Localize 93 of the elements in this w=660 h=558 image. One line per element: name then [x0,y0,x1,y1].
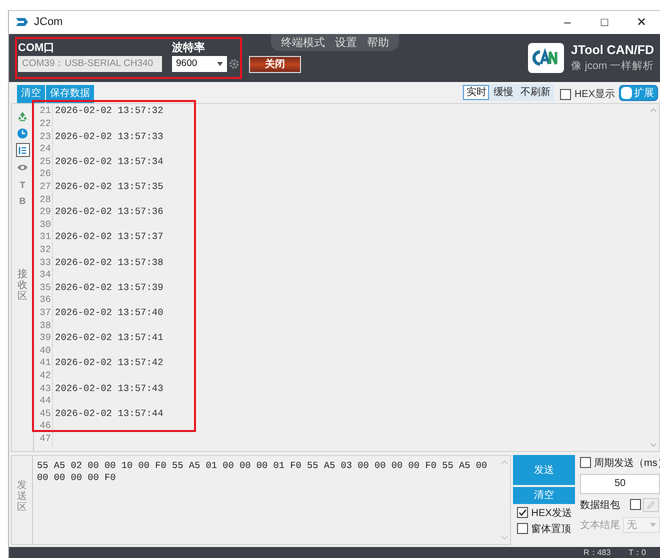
clear-button[interactable]: 清空 [513,486,575,504]
recycle-icon [17,110,28,122]
received-count: R：483 [584,547,611,558]
checkbox-label: 窗体置顶 [531,522,572,536]
line-number: 43 [34,382,53,396]
receive-area-label: 接收区 [18,269,28,302]
menu-item[interactable]: 帮助 [367,34,389,50]
refresh-mode-option[interactable]: 缓慢 [490,85,516,100]
log-line: 2026-02-02 13:57:33 [55,130,164,144]
line-number: 29 [34,206,53,219]
pencil-icon [647,500,655,509]
checkbox[interactable] [560,88,572,100]
line-number: 35 [34,282,53,294]
product-tagline: 像 jcom 一样解析 [570,58,654,73]
menu-item[interactable]: 设置 [335,34,357,50]
can-logo-icon [528,42,564,73]
log-line: 2026-02-02 13:57:34 [55,156,164,168]
line-number: 37 [34,306,53,320]
line-number: 30 [34,218,53,232]
log-line: 2026-02-02 13:57:32 [55,105,164,118]
log-line: 2026-02-02 13:57:38 [55,256,164,270]
log-line: 2026-02-02 13:57:39 [55,282,164,294]
baud-select[interactable]: 9600 [172,56,227,72]
line-number: 27 [34,181,53,194]
gear-icon [229,58,239,69]
line-number: 47 [34,432,53,446]
line-number: 28 [34,194,53,206]
checkbox[interactable] [517,523,528,534]
port-label: COM口 [18,40,56,53]
view-toggle-button[interactable] [16,126,30,140]
scroll-up-icon [650,108,657,112]
packet-label: 数据组包 [580,498,620,512]
line-number: 26 [34,168,53,182]
view-toggle-button[interactable] [16,109,30,124]
checkbox-label: HEX发送 [531,506,572,520]
line-number: 42 [34,370,53,383]
minimize-button[interactable]: – [549,15,586,30]
line-number: 22 [34,118,53,131]
caret-icon [650,522,656,527]
line-number: 39 [34,332,53,345]
refresh-mode-option[interactable]: 实时 [463,85,490,100]
log-line: 2026-02-02 13:57:44 [55,408,164,420]
extend-toggle[interactable]: 扩展 [619,85,658,102]
maximize-button[interactable]: □ [586,15,623,30]
line-number: 40 [34,344,53,358]
log-line: 2026-02-02 13:57:36 [55,206,164,219]
checkbox[interactable] [630,499,641,510]
line-number: 46 [34,420,53,433]
line-number: 24 [34,143,53,156]
line-number: 36 [34,294,53,307]
line-number: 21 [34,105,53,118]
view-toggle-button[interactable] [16,143,30,158]
scroll-down-icon [650,442,657,447]
line-number: 44 [34,395,53,408]
line-number: 31 [34,231,53,244]
close-button[interactable]: ✕ [623,15,660,30]
format-button[interactable]: T [20,180,26,190]
refresh-mode-option[interactable]: 不刷新 [517,85,554,100]
interval-field[interactable]: 50 [580,474,660,494]
format-button[interactable]: B [19,196,26,206]
log-line: 2026-02-02 13:57:37 [55,231,164,244]
line-number: 38 [34,320,53,332]
log-line: 2026-02-02 13:57:40 [55,306,164,320]
log-line: 2026-02-02 13:57:42 [55,357,164,370]
text-ending-label: 文本结尾 [580,518,620,532]
clock-icon [17,128,28,139]
caret-icon [217,62,223,66]
send-button[interactable]: 发送 [513,454,575,485]
checkbox[interactable] [517,507,528,518]
line-number: 45 [34,408,53,420]
line-number: 32 [34,244,53,257]
line-number: 41 [34,357,53,370]
line-number: 25 [34,156,53,168]
clear-button[interactable]: 清空 [17,85,45,104]
checkbox[interactable] [580,457,591,468]
line-number: 23 [34,130,53,144]
log-line: 2026-02-02 13:57:41 [55,332,164,345]
log-line: 2026-02-02 13:57:43 [55,382,164,396]
window-title: JCom [34,16,63,28]
checkbox-label: 周期发送（ms） [594,456,660,470]
app-logo-icon [15,16,29,28]
close-port-button[interactable]: 关闭 [249,56,301,73]
menu-item[interactable]: 终端模式 [281,34,325,50]
baud-label: 波特率 [172,40,206,53]
checkbox-label: HEX显示 [574,88,615,102]
port-select[interactable]: COM39：USB-SERIAL CH340 [18,56,162,72]
check-icon [518,508,528,518]
product-name: JTool CAN/FD [570,42,654,57]
line-number: 33 [34,256,53,270]
sent-count: T：0 [628,547,646,558]
line-number: 34 [34,269,53,282]
log-line: 2026-02-02 13:57:35 [55,181,164,194]
list-icon [17,144,28,156]
